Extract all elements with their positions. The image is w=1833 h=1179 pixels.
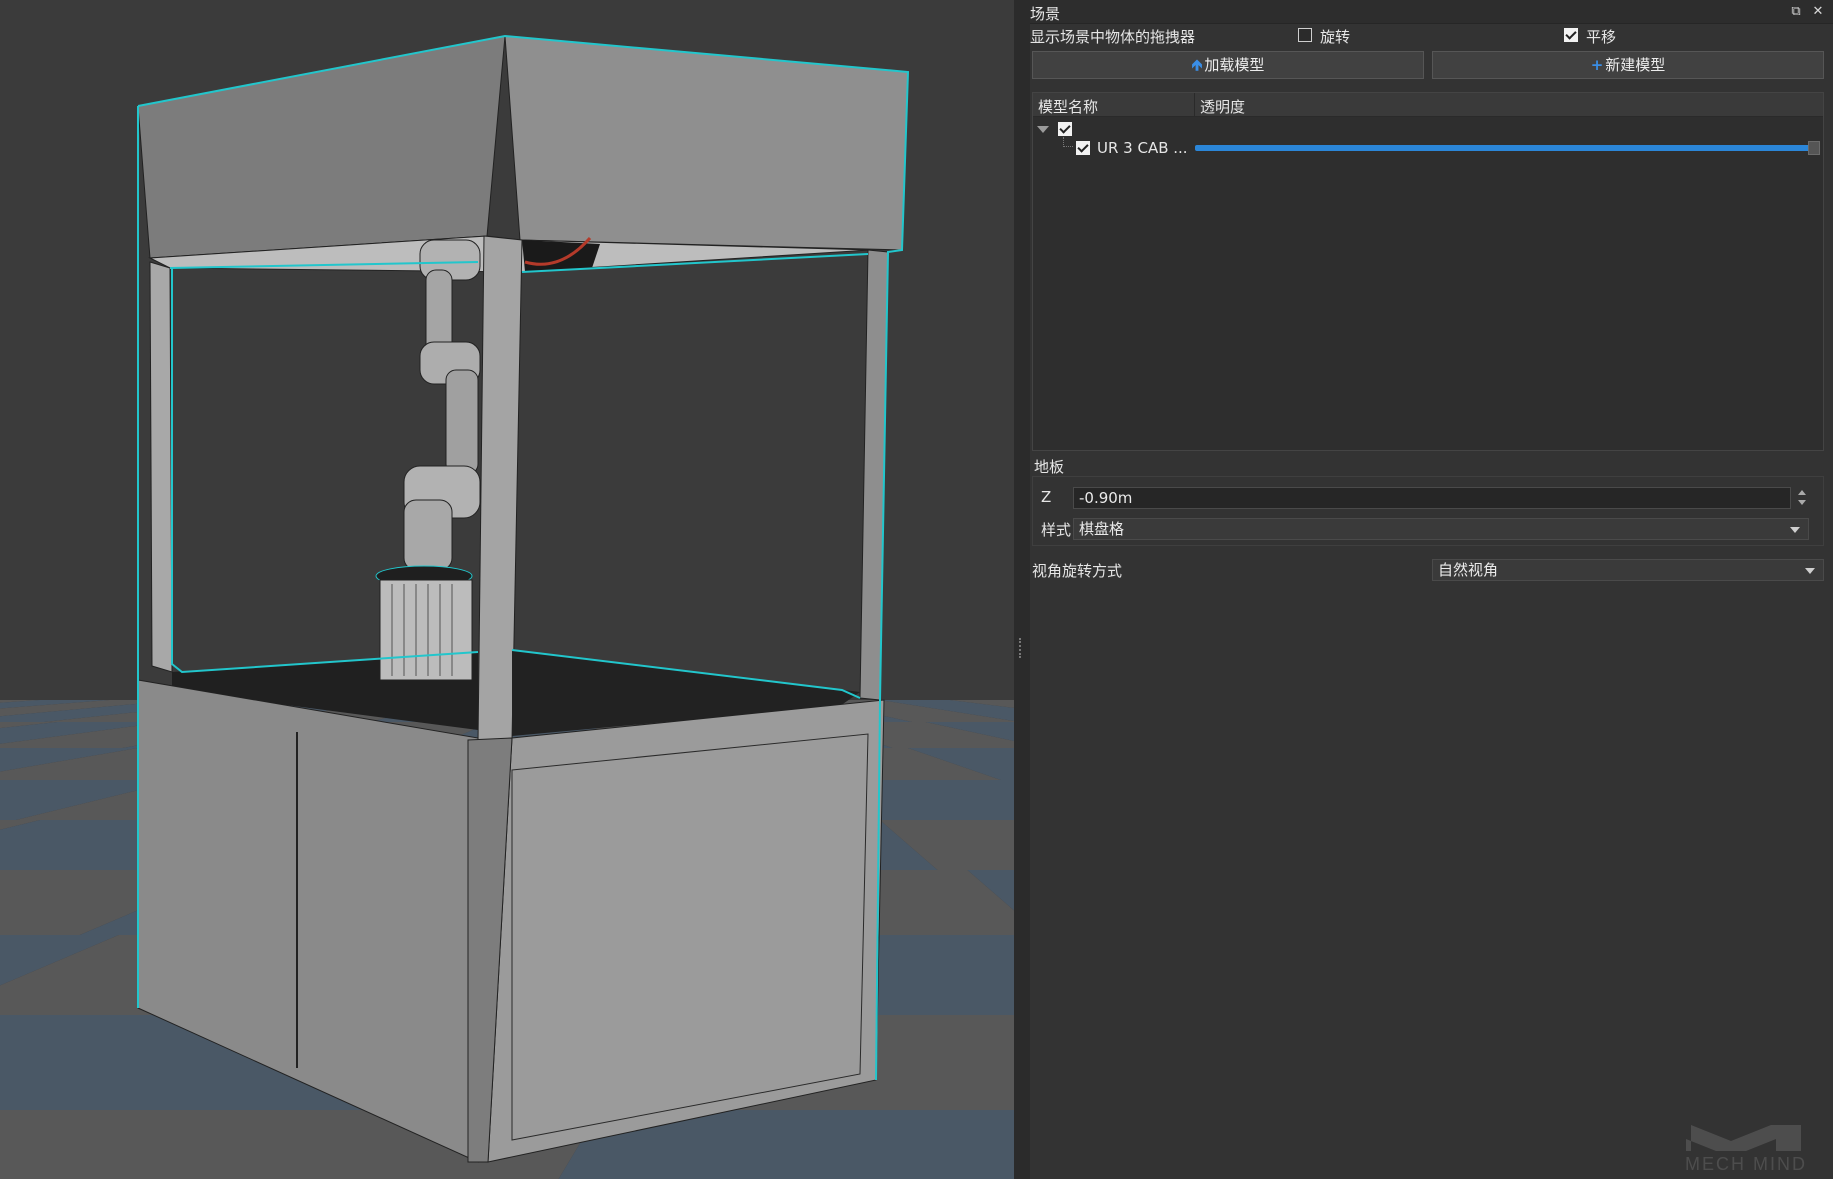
splitter-grip[interactable] (1019, 638, 1022, 658)
panel-titlebar: 场景 ⧉ ✕ (1030, 0, 1833, 24)
column-opacity[interactable]: 透明度 (1200, 96, 1245, 117)
spin-up-icon[interactable] (1798, 490, 1806, 495)
rear-left-post (149, 261, 173, 673)
z-input[interactable]: -0.90m (1073, 487, 1791, 509)
new-model-button[interactable]: + 新建模型 (1432, 51, 1824, 79)
panel-title: 场景 (1030, 5, 1061, 23)
translate-checkbox[interactable] (1564, 28, 1578, 42)
z-value: -0.90m (1079, 489, 1133, 507)
mech-mind-logo-icon (1686, 1125, 1801, 1151)
new-model-label: 新建模型 (1605, 56, 1666, 74)
floor-section-label: 地板 (1034, 458, 1065, 476)
load-model-label: 加载模型 (1204, 56, 1265, 74)
scene-panel: 场景 ⧉ ✕ 显示场景中物体的拖拽器 旋转 平移 🡹 加载模型 + 新建模型 模型名… (1030, 0, 1833, 1179)
cursor-arrow-icon: 🡹 (1191, 56, 1203, 74)
expand-arrow-icon[interactable] (1037, 126, 1049, 133)
opacity-slider-handle[interactable] (1808, 141, 1820, 155)
tree-root-row[interactable] (1033, 119, 1823, 139)
model-name: UR 3 CAB ... (1097, 139, 1188, 157)
restore-icon[interactable]: ⧉ (1788, 4, 1804, 20)
view-rotation-select[interactable]: 自然视角 (1432, 559, 1824, 581)
floor-style-value: 棋盘格 (1079, 520, 1125, 538)
opacity-slider[interactable] (1195, 145, 1815, 151)
view-rotation-value: 自然视角 (1438, 561, 1499, 579)
column-model-name[interactable]: 模型名称 (1038, 96, 1098, 117)
floor-group: Z -0.90m 样式 棋盘格 (1032, 476, 1824, 546)
model-row[interactable]: UR 3 CAB ... (1033, 137, 1823, 159)
dragger-row: 显示场景中物体的拖拽器 旋转 平移 (1030, 24, 1833, 48)
dragger-label: 显示场景中物体的拖拽器 (1030, 28, 1196, 46)
load-model-button[interactable]: 🡹 加载模型 (1032, 51, 1424, 79)
floor-style-select[interactable]: 棋盘格 (1073, 518, 1809, 540)
model-list[interactable]: 模型名称 透明度 UR 3 CAB ... (1032, 92, 1824, 451)
3d-viewport[interactable] (0, 0, 1014, 1179)
z-label: Z (1041, 488, 1052, 506)
model-list-header: 模型名称 透明度 (1033, 93, 1823, 117)
cabinet-top-right-panel (504, 35, 909, 251)
chevron-down-icon (1790, 527, 1800, 533)
tree-connector (1063, 137, 1073, 147)
mech-mind-watermark: MECH MIND (1671, 1121, 1821, 1175)
chevron-down-icon (1805, 568, 1815, 574)
cable-tray (522, 240, 600, 272)
scene-canvas[interactable] (0, 0, 1014, 1179)
plus-icon: + (1590, 56, 1604, 74)
watermark-text: MECH MIND (1685, 1154, 1807, 1174)
close-icon[interactable]: ✕ (1810, 4, 1826, 20)
style-label: 样式 (1041, 521, 1072, 539)
translate-label: 平移 (1586, 28, 1617, 46)
rotate-checkbox[interactable] (1298, 28, 1312, 42)
root-checkbox[interactable] (1058, 122, 1072, 136)
model-checkbox[interactable] (1076, 141, 1090, 155)
spin-down-icon[interactable] (1798, 500, 1806, 505)
view-rotation-label: 视角旋转方式 (1032, 562, 1123, 580)
rotate-label: 旋转 (1320, 28, 1351, 46)
column-separator[interactable] (1194, 93, 1195, 117)
z-spinner[interactable] (1795, 487, 1809, 509)
panel-splitter[interactable] (1014, 0, 1030, 1179)
